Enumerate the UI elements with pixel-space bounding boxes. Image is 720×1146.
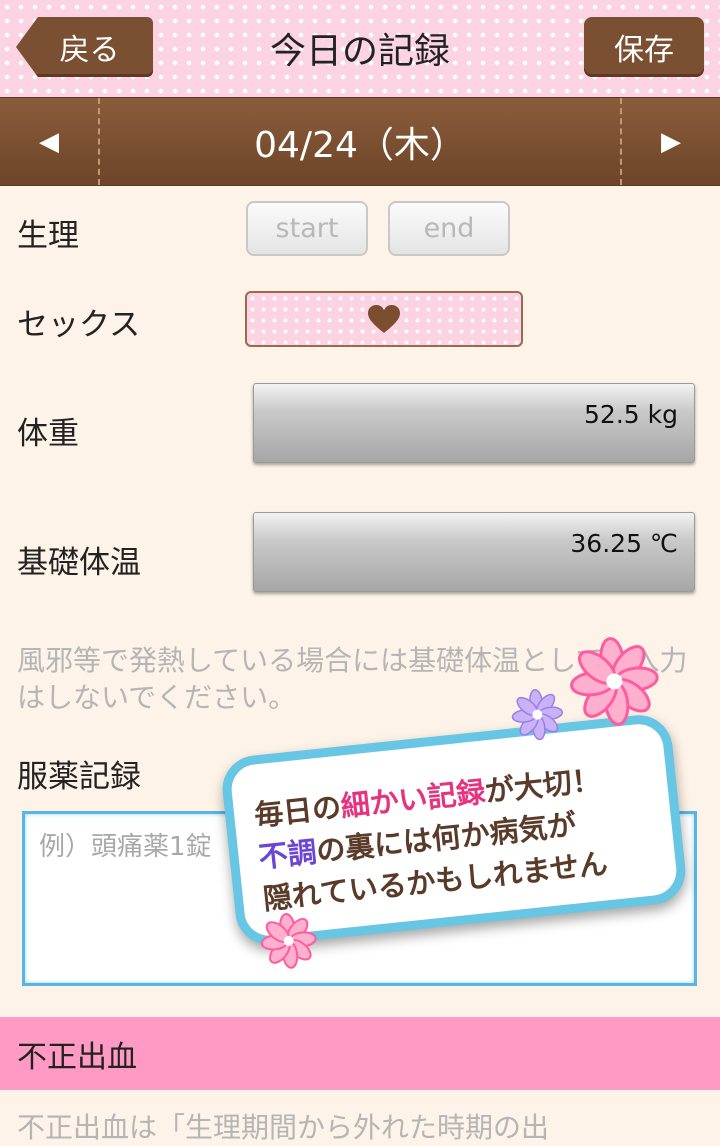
previous-day-button[interactable]: ◀ [0,98,100,185]
temperature-value: 36.25 ℃ [570,529,678,558]
date-navigation-bar: ◀ 04/24（木） ▶ [0,97,720,186]
weight-field[interactable]: 52.5 kg [253,383,695,463]
pink-flower-small-icon [260,913,317,969]
period-end-label: end [423,213,475,244]
heart-icon [368,305,400,333]
temperature-label: 基礎体温 [17,545,141,581]
weight-label: 体重 [17,416,79,452]
triangle-right-icon: ▶ [661,126,681,157]
medication-placeholder: 例）頭痛薬1錠 [39,832,212,862]
app-header: 戻る 今日の記録 保存 [0,0,720,97]
weight-value: 52.5 kg [584,400,678,429]
next-day-button[interactable]: ▶ [620,98,720,185]
current-date: 04/24（木） [254,124,466,166]
bleeding-section-header: 不正出血 [0,1017,720,1090]
save-button-label: 保存 [614,33,674,68]
medication-label: 服薬記録 [17,759,141,795]
promo-highlight-purple: 不調 [257,834,319,875]
period-start-label: start [275,213,339,244]
bleeding-section-title: 不正出血 [17,1039,137,1075]
temperature-field[interactable]: 36.25 ℃ [253,512,695,592]
sex-label: セックス [17,307,141,343]
sex-toggle-button[interactable] [245,291,523,347]
period-label: 生理 [17,218,79,254]
save-button[interactable]: 保存 [584,17,704,77]
bleeding-note: 不正出血は「生理期間から外れた時期の出 [17,1111,550,1144]
period-start-button[interactable]: start [246,201,368,256]
purple-flower-icon [511,689,564,741]
period-end-button[interactable]: end [388,201,510,256]
pink-flower-icon [570,637,659,726]
triangle-left-icon: ◀ [39,126,59,157]
promo-text: が大切！ [483,762,603,809]
promo-text: 毎日の [252,789,343,833]
